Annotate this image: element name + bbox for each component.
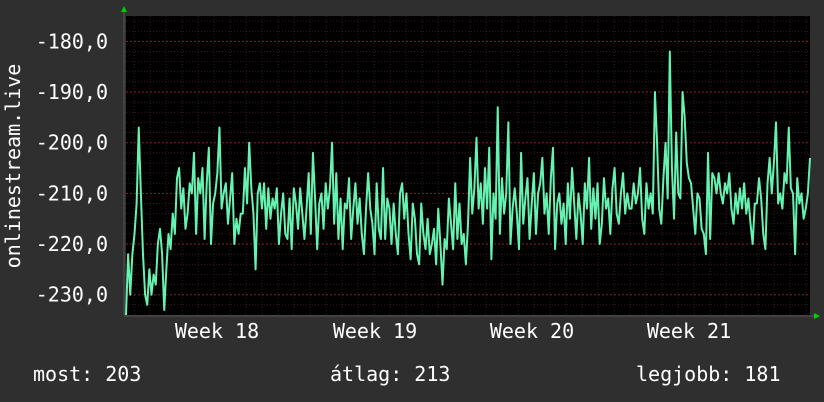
y-tick-label: -200,0 xyxy=(36,131,108,155)
y-tick-label: -180,0 xyxy=(36,29,108,53)
chart: -180,0 -190,0 -200,0 -210,0 -220,0 -230,0 Week… xyxy=(1,6,820,343)
y-tick-label: -190,0 xyxy=(36,80,108,104)
y-axis-label: onlinestream.live xyxy=(1,64,25,269)
best-value: legjobb: 181 xyxy=(636,362,781,386)
average-value: átlag: 213 xyxy=(330,362,451,386)
y-tick-label: -220,0 xyxy=(36,232,108,256)
x-tick-label: Week 19 xyxy=(333,319,417,343)
x-axis-arrow xyxy=(814,313,820,319)
x-tick-label: Week 20 xyxy=(490,319,574,343)
y-tick-label: -210,0 xyxy=(36,181,108,205)
x-tick-label: Week 21 xyxy=(647,319,731,343)
y-tick-label: -230,0 xyxy=(36,283,108,307)
current-value: most: 203 xyxy=(33,362,142,386)
y-axis-arrow xyxy=(121,6,127,12)
x-tick-label: Week 18 xyxy=(175,319,259,343)
